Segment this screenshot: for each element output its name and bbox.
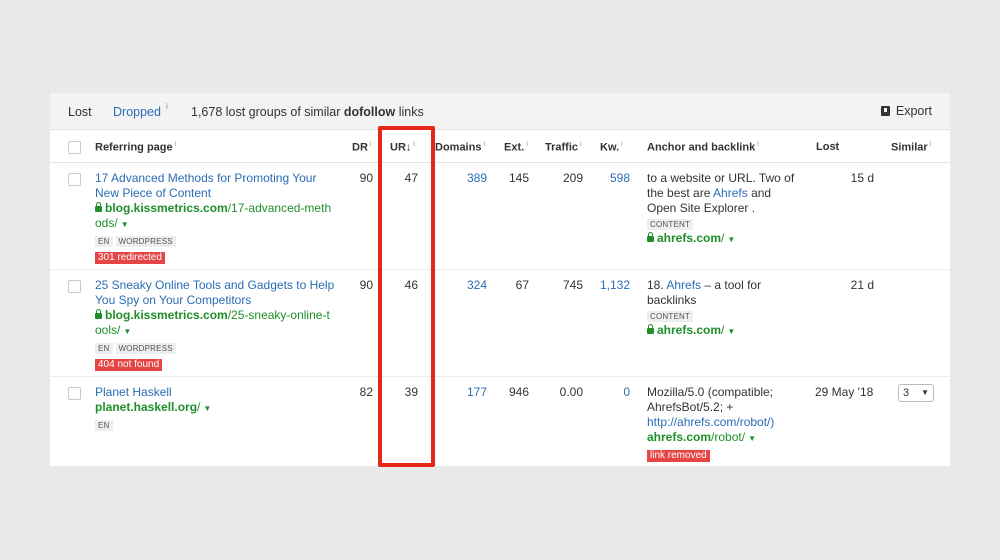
ext-value: 145 bbox=[508, 171, 529, 185]
row-checkbox[interactable] bbox=[68, 173, 81, 186]
ext-value: 946 bbox=[508, 385, 529, 399]
column-dr[interactable]: DR i bbox=[352, 141, 371, 154]
summary-prefix: 1,678 lost groups of similar bbox=[191, 105, 344, 119]
backlink-url[interactable]: ahrefs.com/▼ bbox=[647, 323, 807, 339]
anchor-text: the best are Ahrefs and bbox=[647, 186, 772, 200]
filter-bar: Lost Dropped i 1,678 lost groups of simi… bbox=[50, 93, 950, 130]
column-similar[interactable]: Similar i bbox=[891, 141, 931, 154]
backlink-url[interactable]: ahrefs.com/▼ bbox=[647, 231, 807, 247]
referring-page-url[interactable]: planet.haskell.org/▼ bbox=[95, 400, 345, 416]
domains-value[interactable]: 177 bbox=[435, 385, 487, 400]
traffic-value: 745 bbox=[562, 278, 583, 292]
anchor-link[interactable]: Ahrefs bbox=[666, 278, 701, 292]
anchor-text: backlinks bbox=[647, 293, 697, 307]
platform-tag: WORDPRESS bbox=[115, 236, 176, 247]
summary-suffix: links bbox=[395, 105, 424, 119]
chevron-down-icon[interactable]: ▼ bbox=[123, 327, 131, 336]
anchor-text: Mozilla/5.0 (compatible; bbox=[647, 385, 774, 399]
dr-value: 90 bbox=[359, 171, 373, 185]
language-tag: EN bbox=[95, 236, 113, 247]
status-badge: link removed bbox=[647, 450, 710, 462]
chevron-down-icon[interactable]: ▼ bbox=[727, 327, 735, 336]
export-button[interactable]: Export bbox=[880, 104, 932, 118]
lost-date: 21 d bbox=[850, 278, 874, 292]
chevron-down-icon[interactable]: ▼ bbox=[121, 220, 129, 229]
column-traffic[interactable]: Traffic i bbox=[545, 141, 582, 154]
table-row: Planet Haskell planet.haskell.org/▼ EN 8… bbox=[50, 377, 950, 466]
export-label: Export bbox=[895, 104, 932, 118]
table-row: 17 Advanced Methods for Promoting Your Ne… bbox=[50, 163, 950, 270]
content-tag: CONTENT bbox=[647, 311, 694, 322]
traffic-value: 209 bbox=[562, 171, 583, 185]
column-domains[interactable]: Domains i bbox=[435, 141, 485, 154]
column-kw[interactable]: Kw. i bbox=[600, 141, 623, 154]
anchor-text: Open Site Explorer . bbox=[647, 201, 756, 215]
anchor-link[interactable]: http://ahrefs.com/robot/) bbox=[647, 415, 807, 430]
content-tag: CONTENT bbox=[647, 219, 694, 230]
results-summary: 1,678 lost groups of similar dofollow li… bbox=[191, 105, 424, 119]
table-header: Referring page i DR i UR↓ i Domains i Ext. i … bbox=[50, 130, 950, 163]
anchor-text: 18. Ahrefs – a tool for bbox=[647, 278, 762, 292]
select-all-checkbox[interactable] bbox=[68, 141, 81, 154]
chevron-down-icon[interactable]: ▼ bbox=[748, 434, 756, 443]
status-badge: 404 not found bbox=[95, 359, 163, 371]
kw-value[interactable]: 1,132 bbox=[590, 278, 630, 293]
dr-value: 82 bbox=[359, 385, 373, 399]
anchor-text: AhrefsBot/5.2; + bbox=[647, 400, 734, 414]
chevron-down-icon[interactable]: ▼ bbox=[203, 404, 211, 413]
column-ext[interactable]: Ext. i bbox=[504, 141, 528, 154]
dr-value: 90 bbox=[359, 278, 373, 292]
language-tag: EN bbox=[95, 420, 113, 431]
lock-icon bbox=[647, 324, 654, 334]
info-icon[interactable]: i bbox=[166, 102, 168, 111]
platform-tag: WORDPRESS bbox=[115, 343, 176, 354]
summary-bold: dofollow bbox=[343, 105, 396, 119]
referring-page-url[interactable]: blog.kissmetrics.com/25-sneaky-online-t o… bbox=[95, 308, 345, 339]
anchor-link[interactable]: Ahrefs bbox=[713, 186, 748, 200]
lock-icon bbox=[647, 232, 654, 242]
kw-value[interactable]: 0 bbox=[590, 385, 630, 400]
referring-page-title[interactable]: 25 Sneaky Online Tools and Gadgets to He… bbox=[95, 278, 345, 308]
domains-value[interactable]: 389 bbox=[435, 171, 487, 186]
column-anchor[interactable]: Anchor and backlink i bbox=[647, 141, 759, 154]
tab-lost[interactable]: Lost bbox=[68, 105, 92, 119]
referring-page-cell: 17 Advanced Methods for Promoting Your Ne… bbox=[95, 171, 345, 264]
referring-page-url[interactable]: blog.kissmetrics.com/17-advanced-meth ods… bbox=[95, 201, 345, 232]
referring-page-cell: Planet Haskell planet.haskell.org/▼ EN bbox=[95, 385, 345, 432]
backlinks-panel: Lost Dropped i 1,678 lost groups of simi… bbox=[50, 93, 950, 466]
table-row: 25 Sneaky Online Tools and Gadgets to He… bbox=[50, 270, 950, 377]
domains-value[interactable]: 324 bbox=[435, 278, 487, 293]
anchor-text: to a website or URL. Two of bbox=[647, 171, 795, 185]
kw-value[interactable]: 598 bbox=[590, 171, 630, 186]
anchor-cell: to a website or URL. Two of the best are… bbox=[647, 171, 807, 247]
status-badge: 301 redirected bbox=[95, 252, 165, 264]
export-icon bbox=[880, 106, 890, 116]
column-lost[interactable]: Lost bbox=[816, 141, 839, 153]
tab-dropped[interactable]: Dropped bbox=[113, 105, 161, 119]
ext-value: 67 bbox=[515, 278, 529, 292]
row-checkbox[interactable] bbox=[68, 387, 81, 400]
chevron-down-icon: ▼ bbox=[921, 388, 929, 397]
chevron-down-icon[interactable]: ▼ bbox=[727, 235, 735, 244]
anchor-cell: 18. Ahrefs – a tool for backlinks CONTEN… bbox=[647, 278, 807, 339]
referring-page-title[interactable]: 17 Advanced Methods for Promoting Your Ne… bbox=[95, 171, 345, 201]
lost-date: 15 d bbox=[850, 171, 874, 185]
ur-column-highlight bbox=[378, 126, 435, 467]
row-checkbox[interactable] bbox=[68, 280, 81, 293]
language-tag: EN bbox=[95, 343, 113, 354]
similar-select[interactable]: 3 ▼ bbox=[898, 384, 934, 402]
column-referring-page[interactable]: Referring page i bbox=[95, 141, 176, 154]
similar-value: 3 bbox=[903, 387, 910, 399]
backlink-url[interactable]: ahrefs.com/robot/▼ bbox=[647, 430, 807, 446]
anchor-cell: Mozilla/5.0 (compatible; AhrefsBot/5.2; … bbox=[647, 385, 807, 462]
lost-date: 29 May '18 bbox=[815, 385, 874, 399]
referring-page-cell: 25 Sneaky Online Tools and Gadgets to He… bbox=[95, 278, 345, 371]
lock-icon bbox=[95, 202, 102, 212]
lock-icon bbox=[95, 309, 102, 319]
traffic-value: 0.00 bbox=[559, 385, 583, 399]
referring-page-title[interactable]: Planet Haskell bbox=[95, 385, 345, 400]
